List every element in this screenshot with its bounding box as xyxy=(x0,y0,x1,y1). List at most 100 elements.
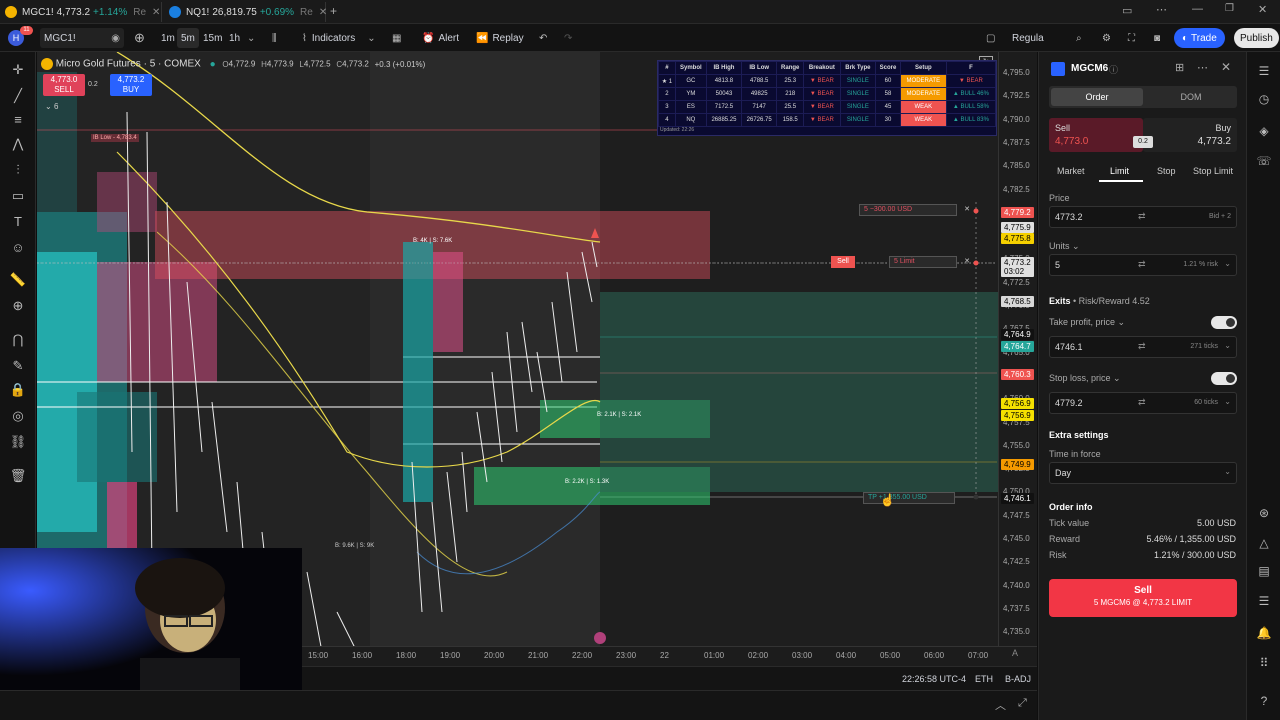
adjustment-label[interactable]: B-ADJ xyxy=(1005,674,1031,684)
crosshair-icon[interactable]: ✛ xyxy=(8,60,28,80)
settings-gear-icon[interactable]: ⚙ xyxy=(1098,28,1115,48)
stop-loss-input[interactable]: 4779.2 ⇄ 60 ticks ⌄ xyxy=(1049,392,1237,414)
interval-dropdown-icon[interactable]: ⌄ xyxy=(243,28,259,48)
sell-order-tag[interactable]: Sell xyxy=(831,256,855,268)
take-profit-order-line[interactable]: TP +1,355.00 USD xyxy=(863,492,955,504)
visibility-icon[interactable]: ◎ xyxy=(8,406,28,426)
scanner-header-cell[interactable]: IB Low xyxy=(741,61,778,75)
interval-1m[interactable]: 1m xyxy=(157,28,179,48)
interval-15m[interactable]: 15m xyxy=(199,28,226,48)
swap-icon[interactable]: ⇄ xyxy=(1138,259,1146,270)
tab-mgc[interactable]: MGC1! 4,773.2 +1.14% Re ✕ xyxy=(0,2,162,22)
chevron-down-icon[interactable]: ⌄ xyxy=(1224,259,1231,268)
fib-icon[interactable]: ≡ xyxy=(8,110,28,130)
buy-side-button[interactable]: Buy 4,773.2 xyxy=(1143,118,1237,152)
chevron-down-icon[interactable]: ⌄ xyxy=(1224,397,1231,406)
limit-order-line[interactable]: 5 Limit ✕ xyxy=(889,256,970,268)
more-icon[interactable]: ⋯ xyxy=(1197,61,1208,74)
scanner-header-cell[interactable]: Score xyxy=(875,61,901,75)
more-dots-icon[interactable]: ⋯ xyxy=(1156,3,1167,16)
replay-button[interactable]: ⏪ Replay xyxy=(472,28,528,48)
order-type-stop-limit[interactable]: Stop Limit xyxy=(1193,166,1233,176)
order-type-limit[interactable]: Limit xyxy=(1110,166,1129,176)
checkbox-icon[interactable]: ▢ xyxy=(982,28,999,48)
trash-icon[interactable]: 🗑 xyxy=(8,466,28,486)
layers-icon[interactable]: ◈ xyxy=(1255,122,1273,140)
maximize-panel-icon[interactable]: ⤢ xyxy=(1018,697,1027,710)
watchlist-icon[interactable]: ☰ xyxy=(1255,62,1273,80)
scanner-row[interactable]: 4 NQ 26885.25 26726.75 158.5 ▼ BEAR SINGLE 30 WE… xyxy=(658,113,997,127)
time-in-force-select[interactable]: Day ⌄ xyxy=(1049,462,1237,484)
redo-icon[interactable]: ↷ xyxy=(560,28,576,48)
sl-label-wrap[interactable]: Stop loss, price ⌄ xyxy=(1049,373,1121,384)
close-tab-icon[interactable]: ✕ xyxy=(152,7,160,18)
new-tab-icon[interactable]: + xyxy=(330,4,337,18)
tab-order[interactable]: Order xyxy=(1051,88,1143,106)
interval-1h[interactable]: 1h xyxy=(225,28,244,48)
scanner-row[interactable]: 2 YM 50043 49825 218 ▼ BEAR SINGLE 58 MODERATE ▲ … xyxy=(658,87,997,101)
camera-icon[interactable]: ◙ xyxy=(1150,28,1164,48)
alert-button[interactable]: ⏰ Alert xyxy=(418,28,463,48)
order-type-market[interactable]: Market xyxy=(1057,166,1085,176)
scanner-header-cell[interactable]: Brk Type xyxy=(839,61,877,75)
collapse-panel-icon[interactable]: ︿ xyxy=(995,697,1006,713)
bell-icon[interactable]: 🔔 xyxy=(1255,624,1273,642)
swap-icon[interactable]: ⇄ xyxy=(1138,211,1146,222)
session-label[interactable]: ETH xyxy=(975,674,993,684)
trade-button[interactable]: ◐ Trade xyxy=(1174,28,1225,48)
geometry-icon[interactable]: ▭ xyxy=(8,186,28,206)
close-panel-icon[interactable]: ✕ xyxy=(1221,60,1231,74)
maximize-icon[interactable]: ❐ xyxy=(1225,3,1234,14)
help-icon[interactable]: ? xyxy=(1255,692,1273,710)
lock-draw-icon[interactable]: ✎ xyxy=(8,356,28,376)
close-window-icon[interactable]: ✕ xyxy=(1258,3,1267,16)
indicators-collapse[interactable]: ⌄ 6 xyxy=(45,102,58,111)
time-axis[interactable]: 15:00 16:00 18:00 19:00 20:00 21:00 22:00 23:00… xyxy=(302,646,1037,666)
forecast-icon[interactable]: ⫶ xyxy=(8,160,28,180)
chat-icon[interactable]: ☏ xyxy=(1255,152,1273,170)
scanner-header-cell[interactable]: Range xyxy=(776,61,805,75)
close-tab-icon[interactable]: ✕ xyxy=(319,7,327,18)
zoom-in-icon[interactable]: ⊕ xyxy=(8,296,28,316)
magnet-icon[interactable]: ⋂ xyxy=(8,330,28,350)
interval-5m[interactable]: 5m xyxy=(177,28,199,48)
scanner-row[interactable]: 3 ES 7172.5 7147 25.5 ▼ BEAR SINGLE 45 WEAK ▲ BUL… xyxy=(658,100,997,114)
stop-loss-toggle[interactable] xyxy=(1211,372,1237,385)
take-profit-toggle[interactable] xyxy=(1211,316,1237,329)
swap-icon[interactable]: ⇄ xyxy=(1138,341,1146,352)
scanner-header-cell[interactable]: # xyxy=(658,61,676,75)
publish-button[interactable]: Publish xyxy=(1234,28,1279,48)
compare-add-icon[interactable]: ⊕ xyxy=(130,28,149,48)
indicators-button[interactable]: ⌇ Indicators ⌄ xyxy=(298,28,380,48)
eye-icon[interactable]: ◉ xyxy=(111,33,120,44)
units-label-wrap[interactable]: Units ⌄ xyxy=(1049,241,1080,252)
text-icon[interactable]: T xyxy=(8,212,28,232)
chevron-down-icon[interactable]: ⌄ xyxy=(1224,341,1231,350)
trendline-icon[interactable]: ╱ xyxy=(8,86,28,106)
price-input[interactable]: 4773.2 ⇄ Bid + 2 xyxy=(1049,206,1237,228)
symbol-search[interactable]: MGC1! ◉ xyxy=(40,28,124,48)
scanner-row[interactable]: ★ 1 GC 4813.8 4788.5 25.3 ▼ BEAR SINGLE 60 MODER… xyxy=(658,74,997,88)
tab-nq[interactable]: NQ1! 26,819.75 +0.69% Re ✕ xyxy=(164,2,327,22)
minimize-icon[interactable]: — xyxy=(1192,3,1203,15)
price-axis[interactable]: 4,795.0 4,792.5 4,790.0 4,787.5 4,785.0 4,782… xyxy=(998,52,1037,683)
layout-icon[interactable]: ⊞ xyxy=(1175,61,1184,74)
screen-icon[interactable]: ▭ xyxy=(1122,4,1132,17)
scanner-header-cell[interactable]: Setup xyxy=(899,61,947,75)
quick-buy-button[interactable]: 4,773.2 BUY xyxy=(110,74,152,96)
lock-icon[interactable]: 🔒 xyxy=(8,380,28,400)
layouts-icon[interactable]: ▦ xyxy=(388,28,405,48)
stream-icon[interactable]: ☰ xyxy=(1255,592,1273,610)
ruler-icon[interactable]: 📏 xyxy=(8,270,28,290)
quick-sell-button[interactable]: 4,773.0 SELL xyxy=(43,74,85,96)
emoji-icon[interactable]: ☺ xyxy=(8,238,28,258)
units-input[interactable]: 5 ⇄ 1.21 % risk ⌄ xyxy=(1049,254,1237,276)
scanner-header-cell[interactable]: Breakout xyxy=(803,61,841,75)
undo-icon[interactable]: ↶ xyxy=(535,28,551,48)
close-icon[interactable]: ✕ xyxy=(964,257,970,265)
apps-grid-icon[interactable]: ⠿ xyxy=(1255,654,1273,672)
link-icon[interactable]: ⛓ xyxy=(8,432,28,452)
session-selector[interactable]: Regula xyxy=(1008,28,1048,48)
ideas-icon[interactable]: △ xyxy=(1255,534,1273,552)
close-icon[interactable]: ✕ xyxy=(964,205,970,213)
